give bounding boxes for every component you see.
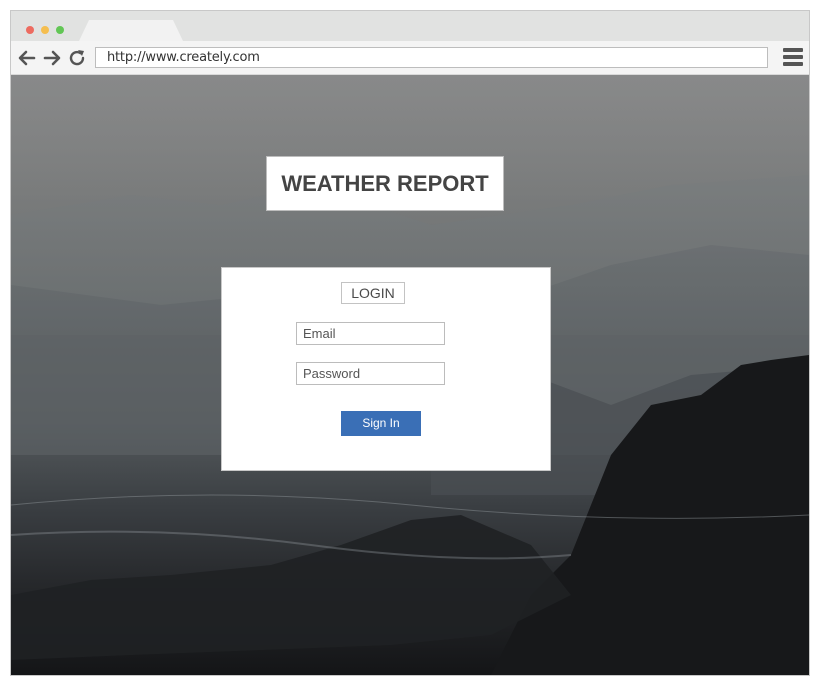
hamburger-menu-icon[interactable] (783, 48, 803, 68)
password-field[interactable]: Password (296, 362, 445, 385)
browser-window: http://www.creately.com WEATHER REPORT L… (10, 10, 810, 676)
browser-tab[interactable] (79, 20, 183, 41)
maximize-window-dot[interactable] (56, 26, 64, 34)
title-bar (11, 11, 809, 41)
minimize-window-dot[interactable] (41, 26, 49, 34)
forward-arrow-icon[interactable] (42, 48, 62, 68)
page-viewport: WEATHER REPORT LOGIN Email Password Sign… (11, 75, 809, 675)
browser-toolbar: http://www.creately.com (11, 41, 809, 75)
address-bar[interactable]: http://www.creately.com (95, 47, 768, 68)
close-window-dot[interactable] (26, 26, 34, 34)
login-card: LOGIN Email Password Sign In (221, 267, 551, 471)
refresh-icon[interactable] (67, 48, 87, 68)
back-arrow-icon[interactable] (17, 48, 37, 68)
page-title: WEATHER REPORT (266, 156, 504, 211)
sign-in-button[interactable]: Sign In (341, 411, 421, 436)
email-field[interactable]: Email (296, 322, 445, 345)
login-heading: LOGIN (341, 282, 405, 304)
